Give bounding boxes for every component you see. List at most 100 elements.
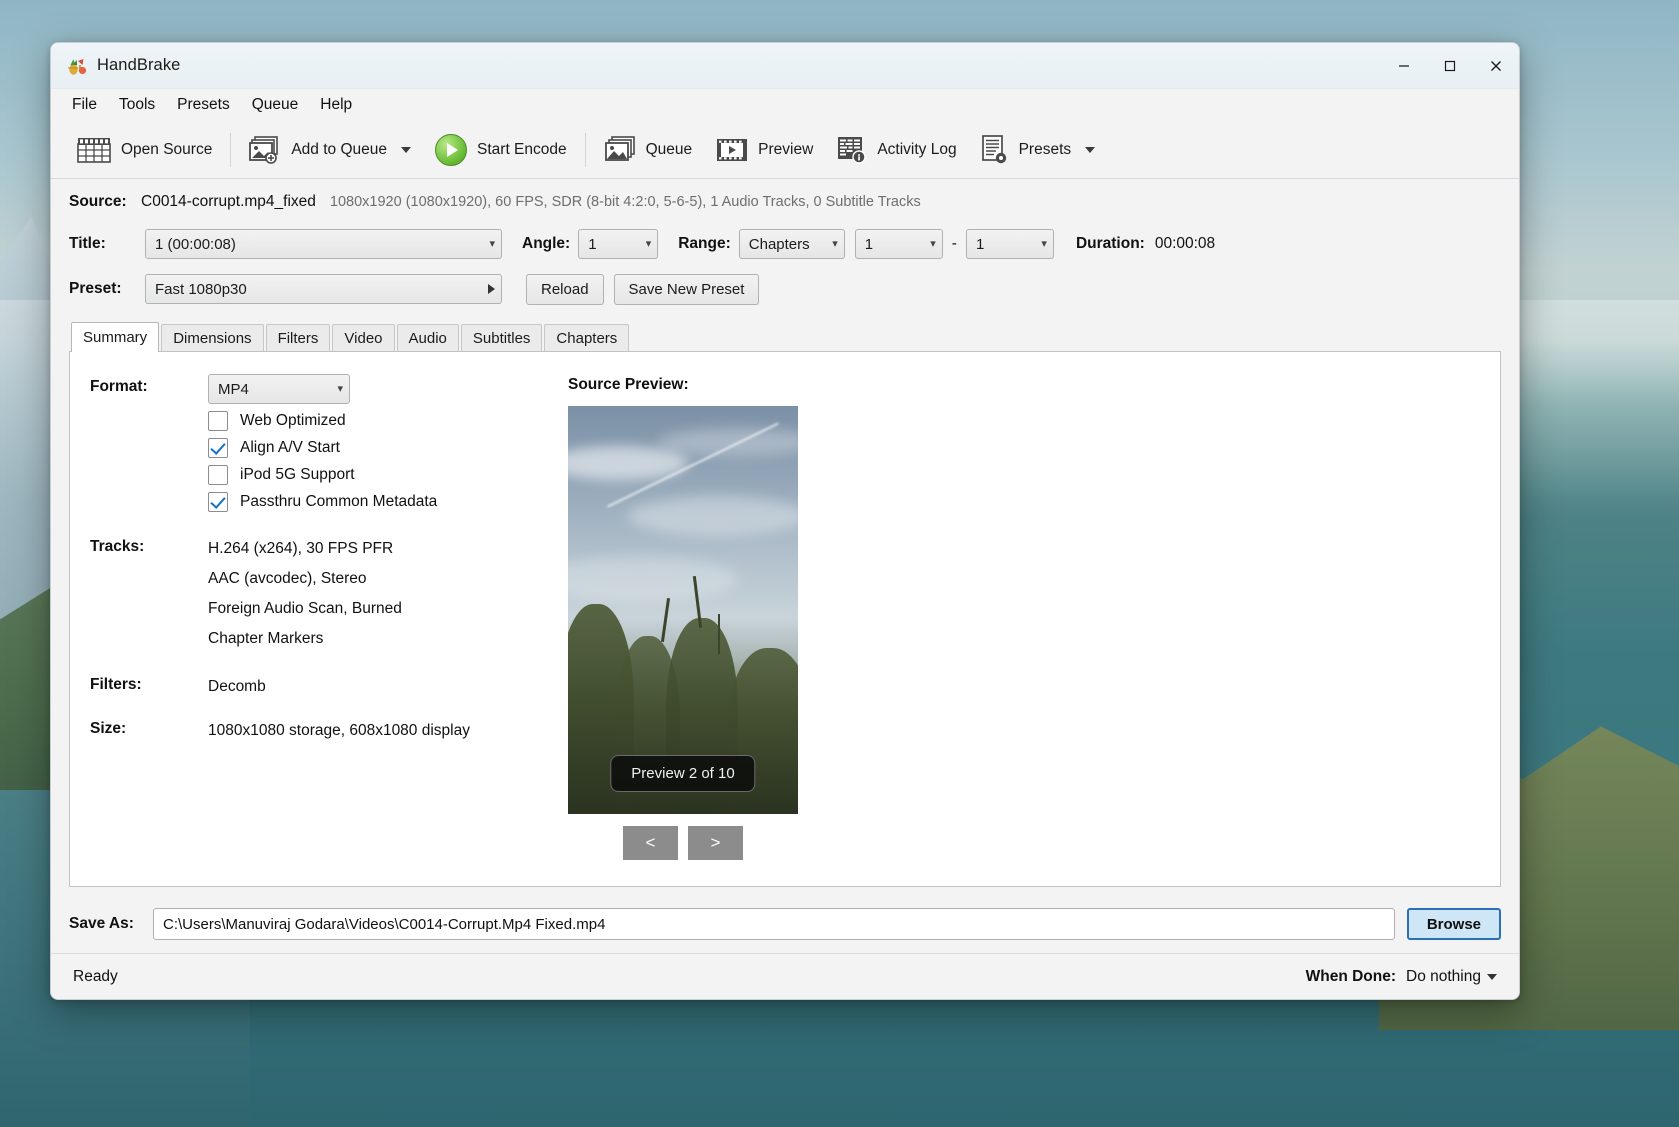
open-source-button[interactable]: Open Source <box>65 131 224 169</box>
handbrake-window: HandBrake File Tools Presets Queue Help <box>50 42 1520 1000</box>
chapter-end-value: 1 <box>976 236 1035 253</box>
web-optimized-row[interactable]: Web Optimized <box>208 411 540 431</box>
range-type-value: Chapters <box>749 236 826 253</box>
add-image-stack-icon <box>249 136 281 164</box>
passthru-metadata-row[interactable]: Passthru Common Metadata <box>208 492 540 512</box>
track-item: H.264 (x264), 30 FPS PFR <box>208 534 402 564</box>
range-type-select[interactable]: Chapters ▾ <box>739 229 845 259</box>
save-new-preset-button[interactable]: Save New Preset <box>614 274 760 305</box>
queue-label: Queue <box>646 141 693 159</box>
container-options: Web Optimized Align A/V Start iPod 5G Su… <box>208 411 540 512</box>
menu-bar: File Tools Presets Queue Help <box>51 89 1519 121</box>
format-label: Format: <box>90 374 208 404</box>
menu-presets[interactable]: Presets <box>166 92 241 118</box>
activity-log-label: Activity Log <box>877 141 956 159</box>
title-label: Title: <box>69 235 141 253</box>
preview-next-button[interactable]: > <box>688 826 743 860</box>
menu-queue[interactable]: Queue <box>241 92 310 118</box>
source-preview-title: Source Preview: <box>568 376 798 394</box>
align-av-start-row[interactable]: Align A/V Start <box>208 438 540 458</box>
passthru-metadata-checkbox[interactable] <box>208 492 228 512</box>
track-item: Chapter Markers <box>208 624 402 654</box>
tab-dimensions[interactable]: Dimensions <box>161 324 263 351</box>
preset-label: Preset: <box>69 280 141 298</box>
title-select-value: 1 (00:00:08) <box>155 236 483 253</box>
main-toolbar: Open Source Add to Queue <box>51 121 1519 179</box>
source-preview-image[interactable]: Preview 2 of 10 <box>568 406 798 814</box>
ipod-5g-support-row[interactable]: iPod 5G Support <box>208 465 540 485</box>
angle-select[interactable]: 1 ▾ <box>578 229 658 259</box>
queue-button[interactable]: Queue <box>592 130 705 170</box>
preset-row: Preset: Fast 1080p30 Reload Save New Pre… <box>69 267 1501 311</box>
passthru-metadata-label: Passthru Common Metadata <box>240 493 437 511</box>
ipod-5g-support-label: iPod 5G Support <box>240 466 355 484</box>
chevron-down-icon: ▾ <box>489 239 495 250</box>
preset-select[interactable]: Fast 1080p30 <box>145 274 502 304</box>
source-filename: C0014-corrupt.mp4_fixed <box>141 193 316 211</box>
chevron-down-icon: ▾ <box>930 239 936 250</box>
web-optimized-label: Web Optimized <box>240 412 346 430</box>
close-button[interactable] <box>1473 43 1519 89</box>
minimize-button[interactable] <box>1381 43 1427 89</box>
play-icon <box>435 134 467 166</box>
when-done-select[interactable]: Do nothing <box>1406 968 1497 986</box>
preview-counter-badge: Preview 2 of 10 <box>610 755 755 792</box>
presets-toolbar-label: Presets <box>1019 141 1072 159</box>
browse-button[interactable]: Browse <box>1407 908 1501 940</box>
summary-left-column: Format: MP4 ▾ Web Optimized <box>70 374 540 886</box>
menu-tools[interactable]: Tools <box>108 92 166 118</box>
add-to-queue-button[interactable]: Add to Queue <box>237 130 423 170</box>
open-source-label: Open Source <box>121 141 212 159</box>
start-encode-label: Start Encode <box>477 141 567 159</box>
maximize-button[interactable] <box>1427 43 1473 89</box>
source-details: 1080x1920 (1080x1920), 60 FPS, SDR (8-bi… <box>330 194 921 210</box>
align-av-start-checkbox[interactable] <box>208 438 228 458</box>
source-label: Source: <box>69 193 141 211</box>
track-item: Foreign Audio Scan, Burned <box>208 594 402 624</box>
ipod-5g-support-checkbox[interactable] <box>208 465 228 485</box>
tab-summary[interactable]: Summary <box>71 322 159 352</box>
web-optimized-checkbox[interactable] <box>208 411 228 431</box>
chevron-down-icon: ▾ <box>832 239 838 250</box>
chevron-down-icon: ▾ <box>337 384 343 395</box>
align-av-start-label: Align A/V Start <box>240 439 340 457</box>
menu-file[interactable]: File <box>61 92 108 118</box>
save-as-input[interactable] <box>153 908 1395 940</box>
start-encode-button[interactable]: Start Encode <box>423 128 579 172</box>
tab-chapters[interactable]: Chapters <box>544 324 629 351</box>
preset-select-value: Fast 1080p30 <box>155 281 482 298</box>
tab-audio[interactable]: Audio <box>397 324 459 351</box>
reload-button[interactable]: Reload <box>526 274 604 305</box>
chevron-down-icon: ▾ <box>646 239 652 250</box>
cloud <box>658 428 798 456</box>
status-text: Ready <box>73 968 118 986</box>
title-row: Title: 1 (00:00:08) ▾ Angle: 1 ▾ Range: … <box>69 223 1501 265</box>
preview-previous-button[interactable]: < <box>623 826 678 860</box>
size-label: Size: <box>90 716 208 746</box>
tab-filters[interactable]: Filters <box>266 324 331 351</box>
tab-video[interactable]: Video <box>332 324 394 351</box>
branch <box>718 614 720 654</box>
preview-button[interactable]: Preview <box>704 132 825 168</box>
chapter-start-select[interactable]: 1 ▾ <box>855 229 943 259</box>
summary-tab-panel: Format: MP4 ▾ Web Optimized <box>69 351 1501 887</box>
status-bar: Ready When Done: Do nothing <box>51 953 1519 999</box>
size-value: 1080x1080 storage, 608x1080 display <box>208 716 470 746</box>
presets-dropdown-icon[interactable] <box>1085 147 1095 153</box>
angle-select-value: 1 <box>588 236 639 253</box>
add-to-queue-dropdown-icon[interactable] <box>401 147 411 153</box>
tab-subtitles[interactable]: Subtitles <box>461 324 543 351</box>
menu-help[interactable]: Help <box>309 92 363 118</box>
activity-log-button[interactable]: Activity Log <box>825 130 968 170</box>
title-bar: HandBrake <box>51 43 1519 89</box>
title-select[interactable]: 1 (00:00:08) ▾ <box>145 229 502 259</box>
presets-toolbar-button[interactable]: Presets <box>969 129 1108 171</box>
duration-value: 00:00:08 <box>1155 235 1215 253</box>
toolbar-separator-2 <box>585 133 586 167</box>
format-select[interactable]: MP4 ▾ <box>208 374 350 404</box>
chapter-end-select[interactable]: 1 ▾ <box>966 229 1054 259</box>
activity-log-icon <box>837 136 867 164</box>
filters-value: Decomb <box>208 672 266 702</box>
size-row: Size: 1080x1080 storage, 608x1080 displa… <box>90 716 540 746</box>
window-controls <box>1381 43 1519 89</box>
